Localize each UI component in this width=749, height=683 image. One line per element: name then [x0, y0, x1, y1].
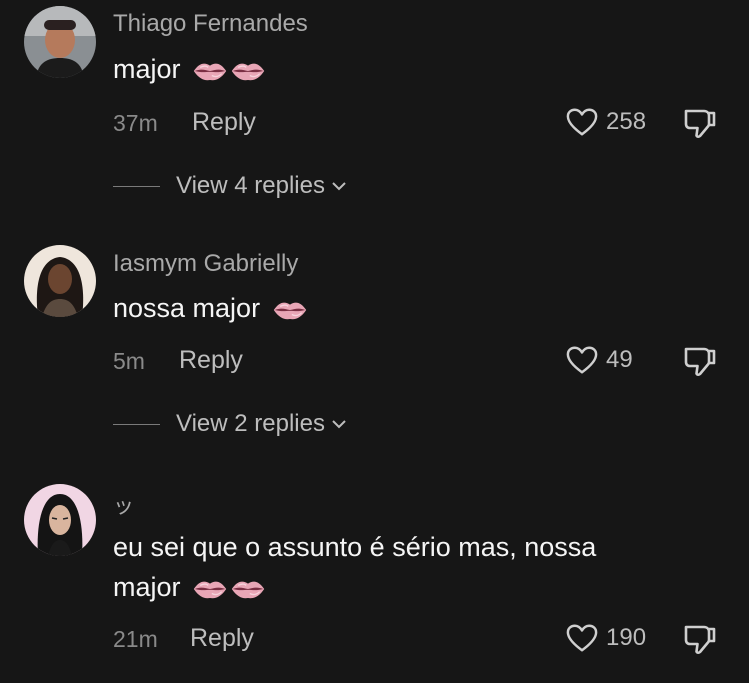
comment-time: 5m: [113, 348, 145, 374]
heart-outline-icon[interactable]: [566, 107, 598, 137]
view-replies-label[interactable]: View 4 replies: [176, 172, 325, 200]
lips-emoji: [272, 299, 308, 321]
comment-time: 37m: [113, 110, 158, 136]
view-replies-button[interactable]: View 2 replies: [113, 410, 347, 438]
avatar[interactable]: [24, 245, 96, 317]
lips-emoji: [192, 60, 228, 82]
comment-text-content: nossa major: [113, 293, 261, 323]
avatar[interactable]: [24, 484, 96, 556]
like-count: 49: [606, 346, 633, 373]
username[interactable]: Iasmym Gabrielly: [113, 250, 298, 278]
lips-emoji: [192, 578, 228, 600]
comment-text-content: major: [113, 572, 181, 602]
avatar[interactable]: [24, 6, 96, 78]
like-button[interactable]: 258: [566, 107, 646, 137]
username[interactable]: ッ: [113, 490, 134, 520]
like-count: 190: [606, 624, 647, 651]
like-button[interactable]: 49: [566, 345, 633, 375]
chevron-down-icon[interactable]: [331, 181, 347, 191]
comment-text-line-wrap: major: [113, 567, 713, 607]
heart-outline-icon[interactable]: [566, 345, 598, 375]
reply-button[interactable]: Reply: [190, 624, 254, 653]
reply-button[interactable]: Reply: [192, 108, 256, 137]
thumbs-down-outline-icon[interactable]: [683, 107, 717, 139]
comment-time: 21m: [113, 626, 158, 652]
comment-text: eu sei que o assunto é sério mas, nossa …: [113, 527, 713, 607]
like-count: 258: [606, 108, 647, 135]
divider: [113, 185, 160, 187]
comment-text: nossa major: [113, 288, 713, 328]
thumbs-down-outline-icon[interactable]: [683, 623, 717, 655]
comment-text-content: major: [113, 54, 181, 84]
lips-emoji: [230, 60, 266, 82]
comment-text-line: eu sei que o assunto é sério mas, nossa: [113, 532, 597, 562]
lips-emoji: [230, 578, 266, 600]
thumbs-down-outline-icon[interactable]: [683, 345, 717, 377]
divider: [113, 423, 160, 425]
like-button[interactable]: 190: [566, 623, 646, 653]
view-replies-button[interactable]: View 4 replies: [113, 172, 347, 200]
username[interactable]: Thiago Fernandes: [113, 10, 308, 38]
chevron-down-icon[interactable]: [331, 419, 347, 429]
comment-text: major: [113, 49, 713, 89]
reply-button[interactable]: Reply: [179, 346, 243, 375]
view-replies-label[interactable]: View 2 replies: [176, 410, 325, 438]
heart-outline-icon[interactable]: [566, 623, 598, 653]
